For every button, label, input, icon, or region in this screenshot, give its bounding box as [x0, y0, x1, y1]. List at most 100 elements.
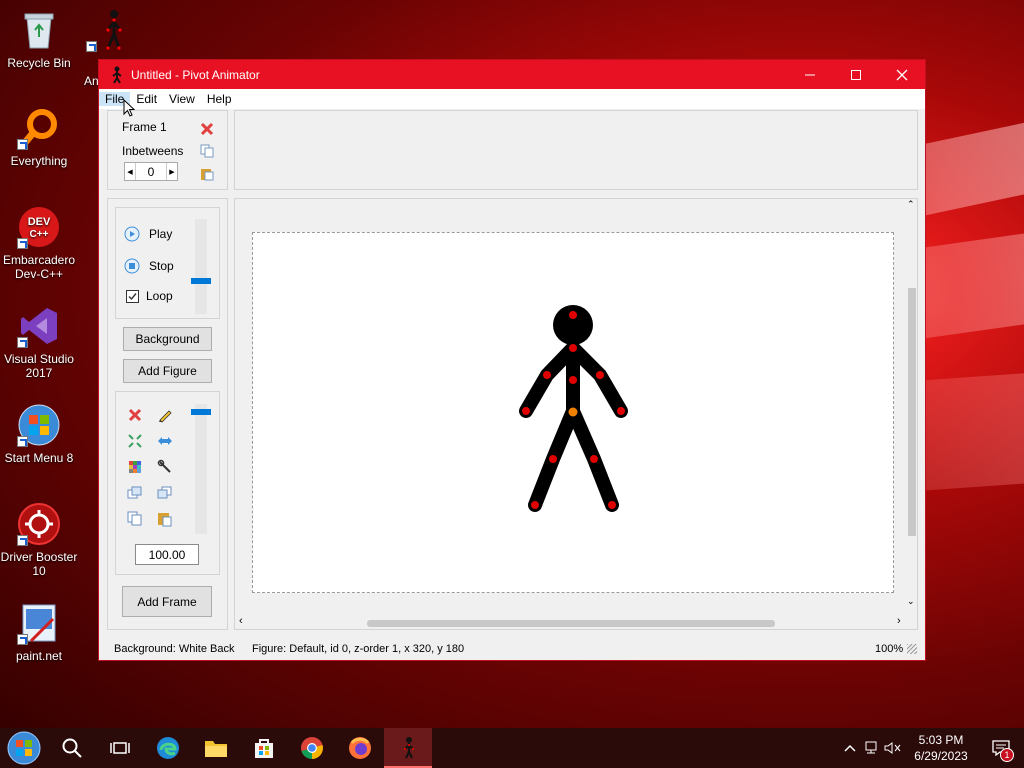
taskbar-file-explorer[interactable] [192, 728, 240, 768]
center-arrows-icon [128, 434, 142, 448]
resize-grip-icon[interactable] [907, 644, 917, 654]
pivot-animator-icon [404, 737, 414, 759]
wrench-icon [157, 459, 171, 473]
desktop-icon-everything[interactable]: Everything [0, 106, 78, 168]
edit-figure-button[interactable] [156, 406, 174, 424]
paste-figure-button[interactable] [156, 510, 174, 528]
center-figure-button[interactable] [126, 432, 144, 450]
store-icon [255, 739, 273, 758]
taskbar: 5:03 PM 6/29/2023 1 [0, 728, 1024, 768]
title-bar[interactable]: Untitled - Pivot Animator [99, 60, 925, 89]
frame-panel: Frame 1 Inbetweens ◀ 0 ▶ [107, 110, 228, 190]
background-button[interactable]: Background [123, 327, 212, 351]
paint-net-icon [17, 601, 61, 645]
taskbar-pivot-animator[interactable] [384, 728, 432, 768]
clock[interactable]: 5:03 PM 6/29/2023 [904, 732, 978, 764]
stepper-right-icon[interactable]: ▶ [166, 163, 177, 180]
vertical-scrollbar[interactable]: ⌃ ⌄ [905, 199, 919, 611]
svg-text:C++: C++ [30, 229, 49, 240]
minimize-button[interactable] [787, 60, 833, 89]
center-joint-handle[interactable] [568, 407, 578, 417]
desktop-icon-label: Driver Booster 10 [0, 550, 78, 578]
join-figure-button[interactable] [156, 458, 174, 476]
stepper-left-icon[interactable]: ◀ [125, 163, 136, 180]
copy-frame-button[interactable] [198, 142, 216, 160]
scale-input[interactable]: 100.00 [135, 544, 199, 565]
scroll-left-icon[interactable]: ‹ [239, 615, 243, 627]
clock-time: 5:03 PM [918, 733, 964, 747]
desktop-icon-label: paint.net [15, 649, 63, 663]
taskbar-search-button[interactable] [48, 728, 96, 768]
notification-count-badge: 1 [1000, 748, 1014, 762]
volume-muted-icon[interactable] [882, 741, 904, 755]
task-view-button[interactable] [96, 728, 144, 768]
delete-frame-button[interactable] [198, 120, 216, 138]
scale-slider-track[interactable] [191, 404, 211, 534]
network-icon[interactable] [860, 741, 882, 755]
horizontal-scrollbar[interactable]: ‹ › [235, 615, 905, 629]
bring-front-button[interactable] [126, 484, 144, 502]
desktop-icon-visual-studio[interactable]: Visual Studio 2017 [0, 304, 78, 380]
inbetweens-value[interactable]: 0 [136, 165, 166, 179]
desktop-icon-label: Embarcadero Dev-C++ [2, 253, 76, 281]
taskbar-chrome[interactable] [288, 728, 336, 768]
add-frame-button[interactable]: Add Frame [122, 586, 212, 617]
paste-frame-button[interactable] [198, 165, 216, 183]
vertical-scroll-thumb[interactable] [908, 288, 916, 536]
notifications-button[interactable]: 1 [978, 740, 1024, 762]
taskbar-edge[interactable] [144, 728, 192, 768]
desktop-icon-label: Recycle Bin [7, 56, 71, 70]
horizontal-scroll-thumb[interactable] [367, 620, 775, 627]
speed-slider-thumb[interactable] [191, 278, 211, 284]
speed-slider-track[interactable] [191, 219, 211, 314]
paste-icon [158, 513, 172, 527]
taskbar-firefox[interactable] [336, 728, 384, 768]
shortcut-arrow-icon [86, 41, 97, 52]
pencil-icon [159, 410, 172, 423]
flip-figure-button[interactable] [156, 432, 174, 450]
scroll-down-icon[interactable]: ⌄ [907, 596, 915, 607]
desktop-icon-label: Everything [10, 154, 68, 168]
firefox-icon [349, 737, 371, 759]
mouse-cursor-icon [123, 99, 135, 117]
svg-text:DEV: DEV [28, 216, 51, 228]
scroll-right-icon[interactable]: › [897, 615, 901, 627]
menu-edit[interactable]: Edit [130, 92, 163, 106]
play-icon [124, 226, 140, 242]
inbetweens-stepper[interactable]: ◀ 0 ▶ [124, 162, 178, 181]
play-radio[interactable]: Play [124, 226, 172, 242]
color-figure-button[interactable] [126, 458, 144, 476]
desktop-icon-pivot-animator[interactable]: An [80, 8, 130, 88]
stick-figure[interactable] [253, 233, 893, 592]
stage[interactable] [252, 232, 894, 593]
close-icon [896, 69, 908, 80]
menu-view[interactable]: View [163, 92, 201, 106]
desktop-icon-driver-booster[interactable]: Driver Booster 10 [0, 502, 78, 578]
maximize-button[interactable] [833, 60, 879, 89]
show-hidden-icons-chevron-icon[interactable] [840, 741, 860, 755]
copy-figure-button[interactable] [126, 510, 144, 528]
delete-figure-button[interactable] [126, 406, 144, 424]
scroll-up-icon[interactable]: ⌃ [907, 199, 915, 210]
desktop-icon-recycle-bin[interactable]: Recycle Bin [0, 8, 78, 70]
play-label: Play [149, 227, 173, 241]
paste-icon [201, 169, 214, 181]
add-figure-button[interactable]: Add Figure [123, 359, 212, 383]
taskbar-store[interactable] [240, 728, 288, 768]
windows-orb-icon [7, 731, 41, 765]
close-button[interactable] [879, 60, 925, 89]
stop-radio[interactable]: Stop [124, 258, 174, 274]
menu-help[interactable]: Help [201, 92, 238, 106]
color-palette-icon [129, 461, 141, 473]
desktop-icon-paint-net[interactable]: paint.net [0, 601, 78, 663]
shortcut-arrow-icon [17, 238, 28, 249]
loop-checkbox[interactable]: Loop [126, 289, 173, 303]
start-button[interactable] [0, 728, 48, 768]
status-bar: Background: White Back Figure: Default, … [99, 638, 925, 660]
scale-slider-thumb[interactable] [191, 409, 211, 415]
desktop-icon-devcpp[interactable]: DEV C++ Embarcadero Dev-C++ [0, 205, 78, 281]
flip-arrows-icon [158, 437, 172, 445]
desktop-icon-start-menu-8[interactable]: Start Menu 8 [0, 403, 78, 465]
send-back-button[interactable] [156, 484, 174, 502]
frames-strip[interactable] [234, 110, 918, 190]
